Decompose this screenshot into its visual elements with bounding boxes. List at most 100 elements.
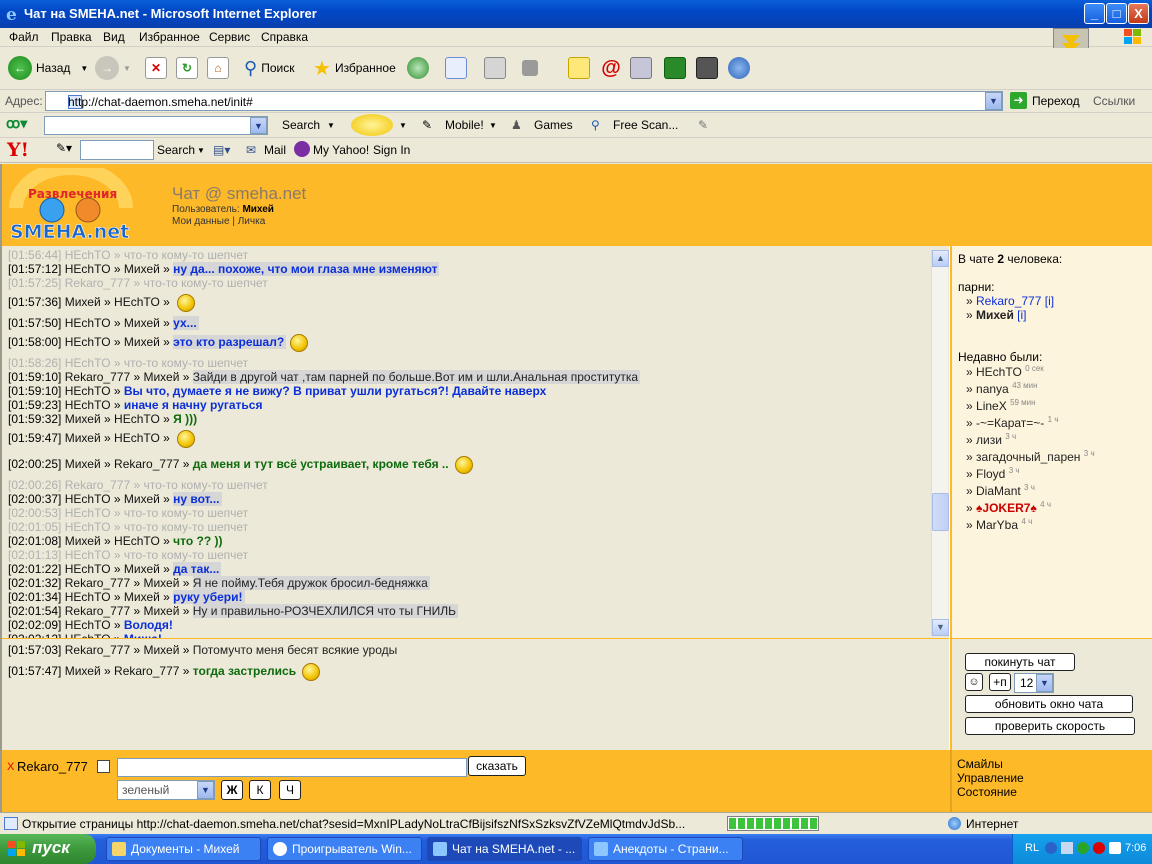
yahoo-logo[interactable]: Y! bbox=[7, 139, 29, 161]
smiles-link[interactable]: Смайлы bbox=[957, 757, 1003, 771]
online-user[interactable]: » Михей [i] bbox=[966, 308, 1027, 322]
address-dropdown-icon[interactable]: ▼ bbox=[985, 92, 1002, 110]
edit-icon[interactable] bbox=[522, 60, 538, 76]
menu-view[interactable]: Вид bbox=[103, 30, 125, 44]
mobile-dropdown[interactable]: ▼ bbox=[489, 121, 497, 130]
layout-icon[interactable]: ▤▾ bbox=[213, 143, 230, 157]
toolbar-search-button[interactable]: Search bbox=[282, 118, 320, 132]
language-indicator[interactable]: RL bbox=[1025, 842, 1039, 854]
recent-user[interactable]: » Floyd 3 ч bbox=[966, 466, 1020, 481]
message-to[interactable]: Rekaro_777 bbox=[114, 664, 179, 678]
message-from[interactable]: HEchTO bbox=[65, 492, 111, 506]
management-link[interactable]: Управление bbox=[957, 771, 1024, 785]
menu-edit[interactable]: Правка bbox=[51, 30, 92, 44]
message-from[interactable]: Михей bbox=[65, 431, 101, 445]
font-size-select[interactable]: 12 ▼ bbox=[1014, 673, 1054, 693]
menu-file[interactable]: Файл bbox=[9, 30, 39, 44]
task-jokes[interactable]: Анекдоты - Страни... bbox=[588, 837, 743, 861]
message-to[interactable]: HEchTO bbox=[114, 431, 160, 445]
volume-icon[interactable] bbox=[1109, 842, 1121, 854]
message-to[interactable]: HEchTO bbox=[114, 295, 160, 309]
recent-user[interactable]: » LineX 59 мин bbox=[966, 398, 1036, 413]
message-from[interactable]: HEchTO bbox=[65, 590, 111, 604]
message-to[interactable]: HEchTO bbox=[114, 412, 160, 426]
highlight-icon[interactable]: ✎ bbox=[698, 118, 708, 132]
task-chat[interactable]: Чат на SMEHA.net - ... bbox=[427, 837, 582, 861]
close-button[interactable]: X bbox=[1128, 3, 1149, 24]
maximize-button[interactable]: □ bbox=[1106, 3, 1127, 24]
at-icon[interactable]: @ bbox=[600, 57, 622, 79]
research-icon[interactable] bbox=[630, 57, 652, 79]
font-size-dropdown-icon[interactable]: ▼ bbox=[1036, 674, 1053, 692]
message-to[interactable]: HEchTO bbox=[114, 534, 160, 548]
refresh-chat-button[interactable]: обновить окно чата bbox=[965, 695, 1133, 713]
home-icon[interactable]: ⌂ bbox=[207, 57, 229, 79]
italic-button[interactable]: К bbox=[249, 780, 271, 800]
games-button[interactable]: Games bbox=[534, 118, 573, 132]
task-media-player[interactable]: Проигрыватель Win... bbox=[267, 837, 422, 861]
message-from[interactable]: Михей bbox=[65, 295, 101, 309]
start-button[interactable]: пуск bbox=[0, 834, 96, 864]
message-to[interactable]: Михей bbox=[143, 604, 179, 618]
pencil-icon[interactable]: ✎▾ bbox=[56, 141, 72, 155]
message-from[interactable]: HEchTO bbox=[65, 356, 111, 370]
my-yahoo-button[interactable]: My Yahoo! bbox=[313, 143, 369, 157]
message-to[interactable]: Михей bbox=[124, 590, 160, 604]
recent-user[interactable]: » nanya 43 мин bbox=[966, 381, 1038, 396]
message-from[interactable]: Rekaro_777 bbox=[65, 276, 130, 290]
status-link[interactable]: Состояние bbox=[957, 785, 1017, 799]
plus-p-button[interactable]: +п bbox=[989, 673, 1011, 691]
user-info-link[interactable]: [i] bbox=[1045, 294, 1054, 308]
recent-user[interactable]: » лизи 3 ч bbox=[966, 432, 1016, 447]
message-from[interactable]: Rekaro_777 bbox=[65, 370, 130, 384]
address-input[interactable]: http://chat-daemon.smeha.net/init# ▼ bbox=[45, 91, 1003, 111]
icq-tray-icon[interactable] bbox=[1077, 842, 1089, 854]
message-from[interactable]: HEchTO bbox=[65, 562, 111, 576]
private-log[interactable]: [01:57:03] Rekaro_777 » Михей » Потомучт… bbox=[2, 638, 949, 750]
message-from[interactable]: Михей bbox=[65, 534, 101, 548]
clear-recipient-button[interactable]: X bbox=[7, 761, 14, 773]
history-icon[interactable] bbox=[407, 57, 429, 79]
recent-user[interactable]: » HEchTO 0 сек bbox=[966, 364, 1044, 379]
toolbar-search-input[interactable]: ▼ bbox=[44, 116, 268, 135]
site-logo[interactable]: Развлечения SMEHA.net bbox=[6, 168, 136, 244]
forward-button[interactable]: → ▼ bbox=[95, 54, 131, 82]
note-icon[interactable] bbox=[568, 57, 590, 79]
check-speed-button[interactable]: проверить скорость bbox=[965, 717, 1135, 735]
print-icon[interactable] bbox=[484, 57, 506, 79]
smile-toggle-icon[interactable]: ☺ bbox=[965, 673, 983, 691]
message-to[interactable]: Михей bbox=[143, 643, 179, 657]
message-from[interactable]: HEchTO bbox=[65, 248, 111, 262]
links-label[interactable]: Ссылки bbox=[1093, 94, 1135, 108]
message-to[interactable]: Михей bbox=[143, 576, 179, 590]
chat-scrollbar[interactable]: ▲ ▼ bbox=[931, 250, 949, 636]
yahoo-search-button[interactable]: Search bbox=[157, 143, 195, 157]
minimize-button[interactable]: _ bbox=[1084, 3, 1105, 24]
search-button[interactable]: ⚲ Поиск bbox=[244, 54, 294, 82]
recent-user[interactable]: » DiaMant 3 ч bbox=[966, 483, 1035, 498]
private-checkbox[interactable] bbox=[97, 760, 110, 773]
message-from[interactable]: HEchTO bbox=[65, 618, 111, 632]
message-from[interactable]: Rekaro_777 bbox=[65, 576, 130, 590]
yahoo-search-dropdown[interactable]: ▼ bbox=[197, 146, 205, 155]
message-to[interactable]: Михей bbox=[124, 262, 160, 276]
menu-favorites[interactable]: Избранное bbox=[139, 30, 200, 44]
message-to[interactable]: Rekaro_777 bbox=[114, 457, 179, 471]
messenger-icon[interactable] bbox=[728, 57, 750, 79]
back-button[interactable]: ← Назад ▼ bbox=[8, 54, 88, 82]
toolbar-search-dropdown-icon[interactable]: ▼ bbox=[250, 117, 267, 134]
message-from[interactable]: Rekaro_777 bbox=[65, 478, 130, 492]
message-to[interactable]: Михей bbox=[124, 316, 160, 330]
network-icon[interactable] bbox=[1061, 842, 1073, 854]
message-from[interactable]: Михей bbox=[65, 664, 101, 678]
recent-user[interactable]: » MarYba 4 ч bbox=[966, 517, 1032, 532]
mail-button[interactable]: Mail bbox=[264, 143, 286, 157]
my-data-link[interactable]: Мои данные bbox=[172, 216, 230, 227]
private-link[interactable]: Личка bbox=[238, 216, 266, 227]
toolbar-search-dropdown[interactable]: ▼ bbox=[327, 121, 335, 130]
message-from[interactable]: Михей bbox=[65, 412, 101, 426]
go-button[interactable]: ➜ Переход bbox=[1010, 92, 1080, 109]
recent-user[interactable]: » ♠JOKER7♠ 4 ч bbox=[966, 500, 1051, 515]
message-from[interactable]: HEchTO bbox=[65, 548, 111, 562]
say-button[interactable]: сказать bbox=[468, 756, 526, 776]
